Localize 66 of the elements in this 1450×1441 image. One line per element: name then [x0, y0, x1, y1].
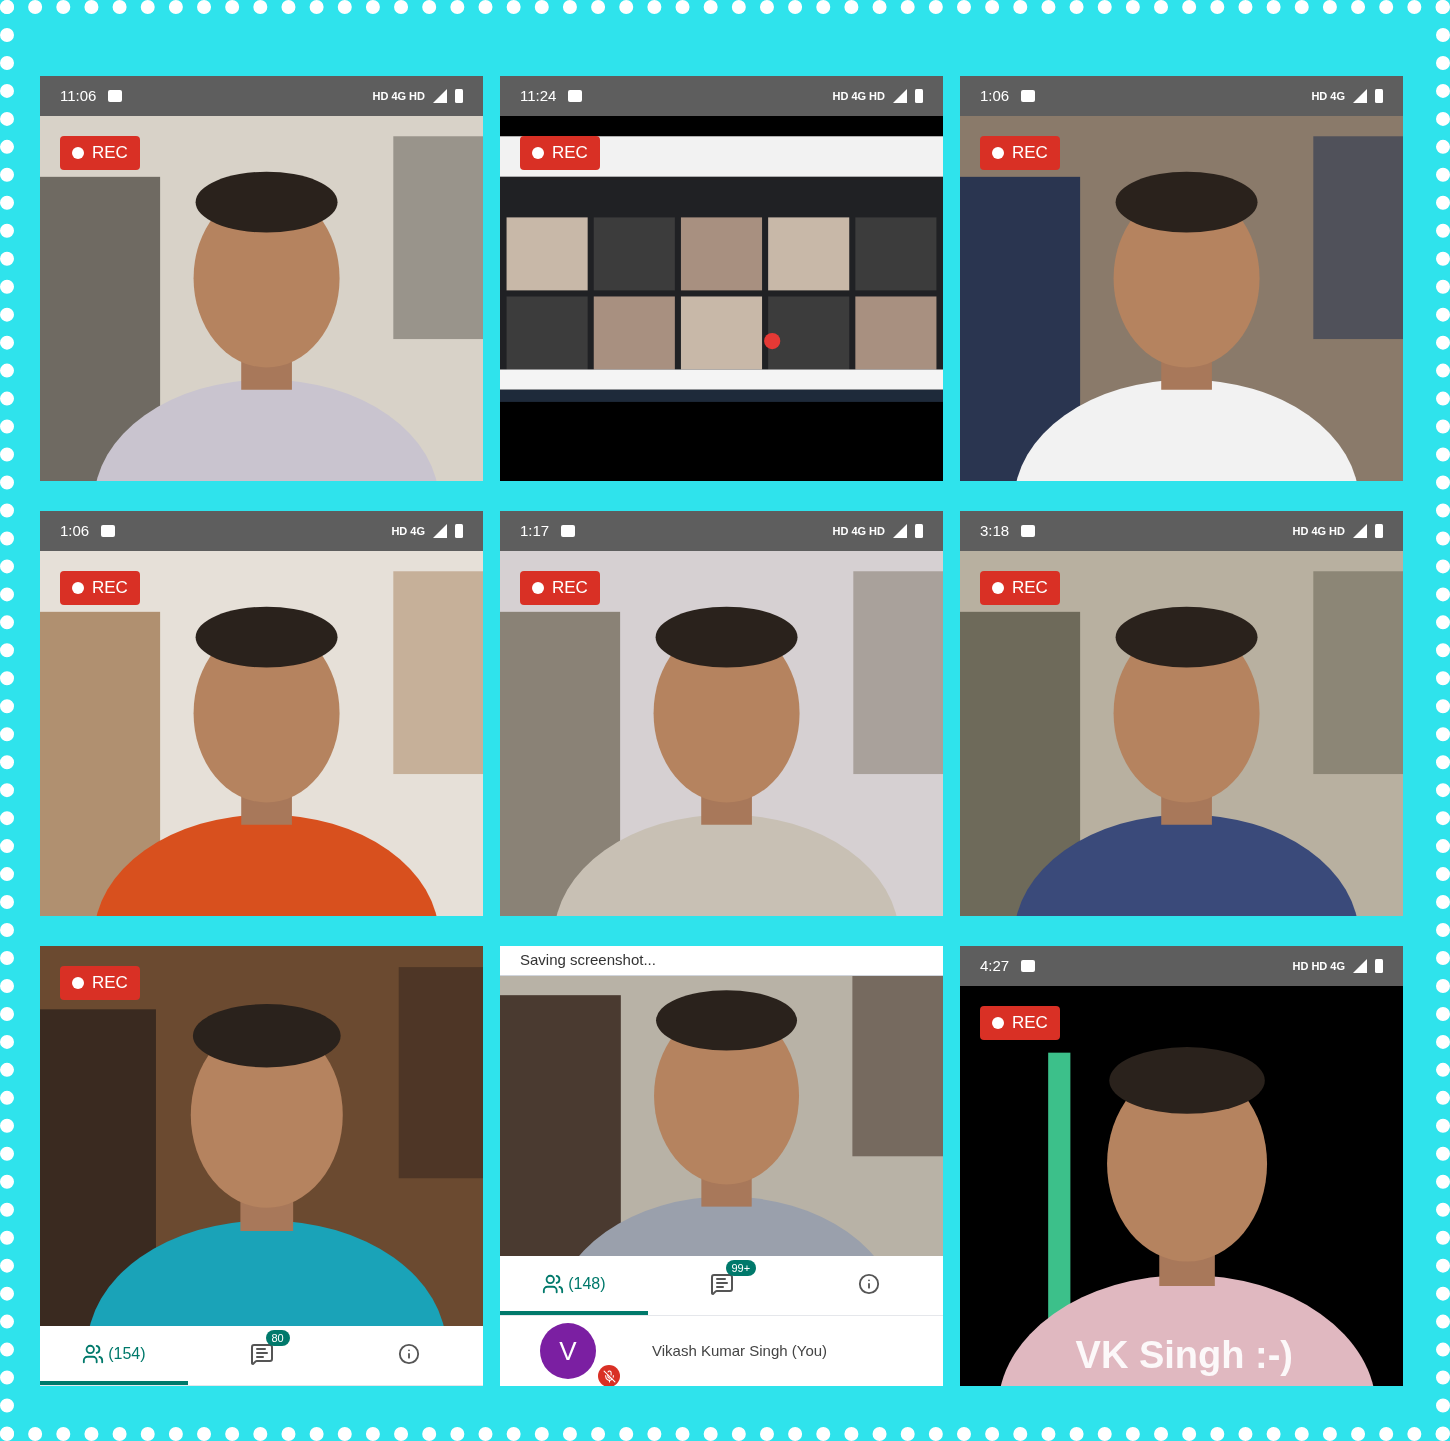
battery-icon: [455, 89, 463, 103]
battery-icon: [915, 524, 923, 538]
rec-label: REC: [552, 577, 588, 599]
notification-icon: [568, 90, 583, 102]
battery-icon: [1375, 89, 1383, 103]
network-text: HD 4G HD: [832, 88, 885, 104]
rec-label: REC: [1012, 1012, 1048, 1034]
network-text: HD HD 4G: [1292, 958, 1345, 974]
rec-label: REC: [92, 972, 128, 994]
record-icon: [72, 581, 84, 594]
rec-label: REC: [1012, 577, 1048, 599]
people-icon: [82, 1342, 105, 1365]
record-icon: [532, 146, 544, 159]
signal-icon: [1353, 524, 1367, 538]
status-time: 1:06: [60, 520, 90, 541]
chat-badge: 80: [265, 1329, 290, 1346]
signal-icon: [1353, 89, 1367, 103]
chat-icon: [709, 1271, 734, 1296]
signal-icon: [893, 89, 907, 103]
caption: VK Singh :-): [1075, 1333, 1293, 1378]
chat-badge: 99+: [725, 1259, 757, 1276]
record-icon: [992, 581, 1004, 594]
participant-name: Vikash Kumar Singh (You): [652, 1340, 828, 1361]
status-time: 11:06: [60, 85, 97, 106]
info-icon: [858, 1272, 881, 1295]
notification-icon: [561, 525, 576, 537]
network-text: HD 4G HD: [832, 523, 885, 539]
rec-label: REC: [92, 577, 128, 599]
chat-icon: [249, 1341, 274, 1366]
muted-mic-icon: [598, 1365, 620, 1386]
battery-icon: [1375, 959, 1383, 973]
record-icon: [992, 146, 1004, 159]
status-time: 3:18: [980, 520, 1010, 541]
notification-icon: [101, 525, 116, 537]
signal-icon: [433, 89, 447, 103]
notification-icon: [1021, 525, 1036, 537]
signal-icon: [1353, 959, 1367, 973]
status-time: 11:24: [520, 85, 557, 106]
avatar: V: [540, 1323, 596, 1379]
network-text: HD 4G HD: [1292, 523, 1345, 539]
notification-icon: [1021, 90, 1036, 102]
battery-icon: [915, 89, 923, 103]
battery-icon: [455, 524, 463, 538]
people-tab[interactable]: (154): [40, 1326, 188, 1385]
status-time: 1:06: [980, 85, 1010, 106]
record-icon: [532, 581, 544, 594]
battery-icon: [1375, 524, 1383, 538]
network-text: HD 4G: [391, 523, 425, 539]
record-icon: [72, 146, 84, 159]
status-time: 1:17: [520, 520, 550, 541]
chat-tab[interactable]: 80: [187, 1326, 336, 1385]
signal-icon: [433, 524, 447, 538]
network-text: HD 4G HD: [372, 88, 425, 104]
notification-icon: [1021, 960, 1036, 972]
rec-label: REC: [92, 142, 128, 164]
info-icon: [398, 1342, 421, 1365]
rec-label: REC: [1012, 142, 1048, 164]
chat-tab[interactable]: 99+: [647, 1256, 796, 1315]
record-icon: [72, 976, 84, 989]
network-text: HD 4G: [1311, 88, 1345, 104]
signal-icon: [893, 524, 907, 538]
status-time: 4:27: [980, 955, 1010, 976]
people-icon: [542, 1272, 565, 1295]
record-icon: [992, 1016, 1004, 1029]
notification-icon: [108, 90, 123, 102]
rec-label: REC: [552, 142, 588, 164]
